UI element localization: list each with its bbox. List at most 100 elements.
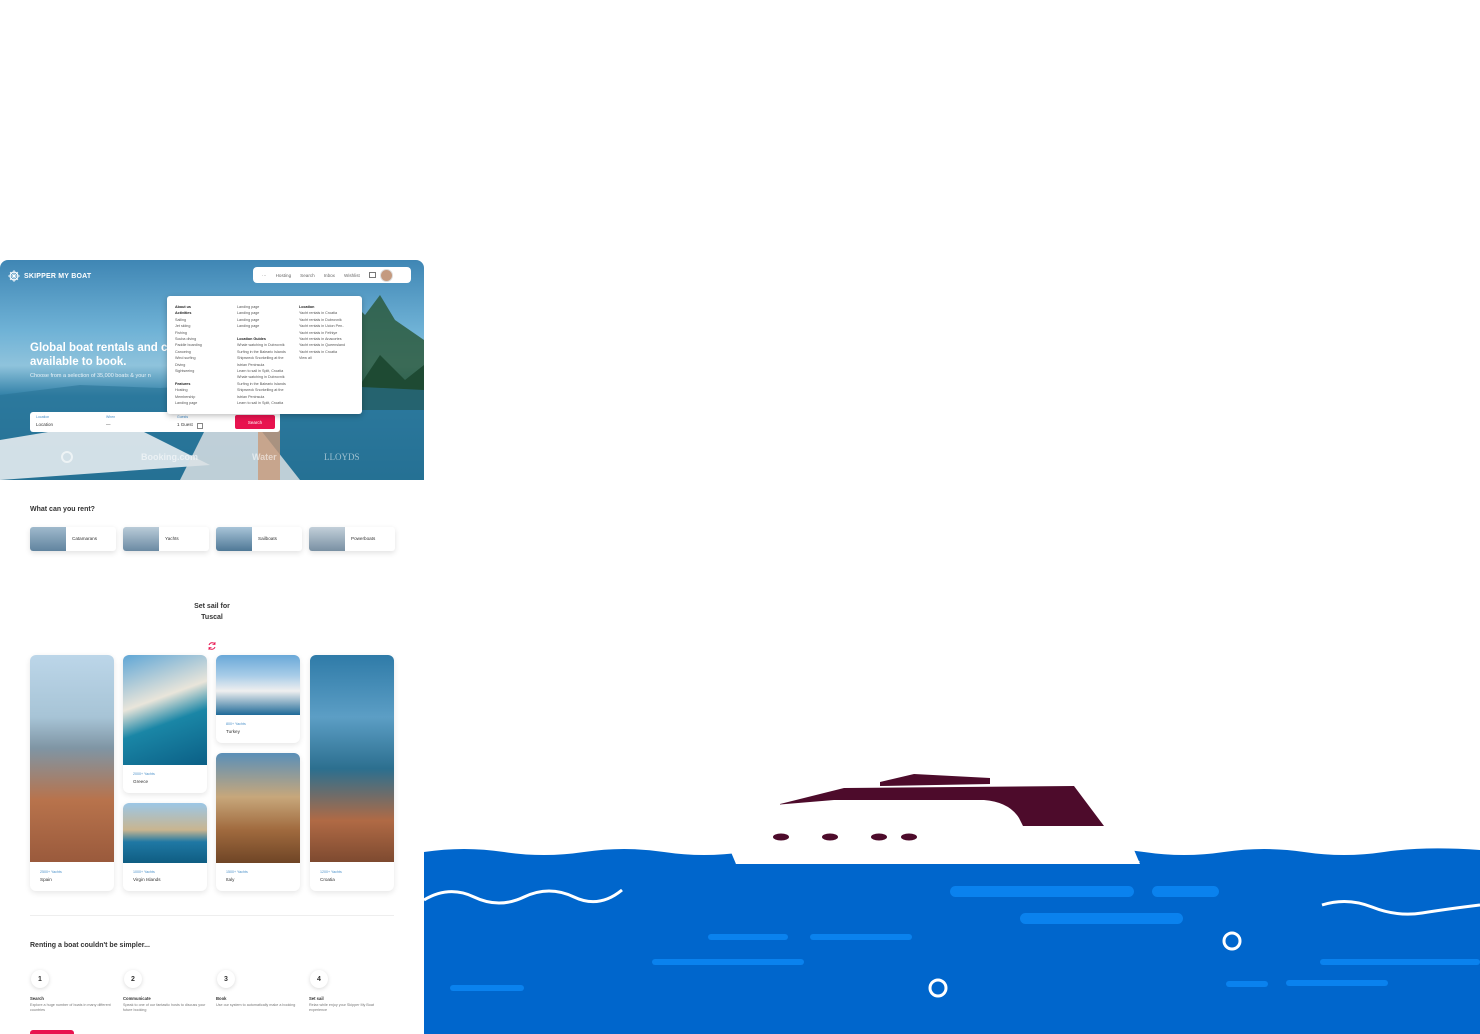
dropdown-column-3: Location Yacht rentals in Croatia Yacht re…: [299, 304, 345, 362]
brand-logo[interactable]: SKIPPER MY BOAT: [8, 270, 91, 282]
category-thumbnail: [123, 527, 159, 551]
destination-image: [30, 655, 114, 862]
step-title-3: Book: [216, 996, 227, 1001]
step-desc-3: Use our system to automatically make a b…: [216, 1003, 296, 1007]
destination-card-croatia[interactable]: 1200+ Yachts Croatia: [310, 655, 394, 891]
dropdown-column-2: Landing page Landing page Landing page Land…: [237, 304, 286, 407]
step-number-3: 3: [217, 970, 235, 988]
dropdown-link[interactable]: Yacht rentals in Queensland: [299, 342, 345, 348]
dropdown-link[interactable]: Shipwreck Snorkelling at the: [237, 355, 286, 361]
partner-lloyds: LLOYDS: [324, 452, 360, 462]
nav-item-hosting[interactable]: Hosting: [276, 273, 292, 278]
destination-count: 2500+ Yachts: [40, 870, 62, 874]
dropdown-link[interactable]: Learn to sail in Split, Croatia: [237, 400, 286, 406]
dropdown-link[interactable]: Landing page: [175, 400, 202, 406]
destination-count: 1500+ Yachts: [226, 870, 248, 874]
partner-logos: Booking.com Water LLOYDS: [0, 448, 424, 468]
destination-image: [123, 655, 207, 765]
refresh-icon[interactable]: [207, 641, 217, 651]
destination-count: 1200+ Yachts: [320, 870, 342, 874]
step-number-1: 1: [31, 970, 49, 988]
partner-water: Water: [252, 452, 277, 462]
destination-card-greece[interactable]: 2000+ Yachts Greece: [123, 655, 207, 793]
destination-name: Turkey: [226, 729, 240, 734]
when-input[interactable]: —: [106, 422, 111, 427]
when-label: When: [106, 415, 116, 419]
destination-count: 2000+ Yachts: [133, 772, 155, 776]
section-divider: [30, 915, 394, 916]
website-mockup: SKIPPER MY BOAT ··· Hosting Search Inbox…: [0, 260, 424, 1034]
destination-image: [123, 803, 207, 863]
category-card-yachts[interactable]: Yachts: [123, 527, 209, 551]
destination-name: Greece: [133, 779, 149, 784]
nav-item-inbox[interactable]: Inbox: [324, 273, 335, 278]
yacht-illustration: [424, 0, 1480, 1034]
porthole: [901, 833, 917, 841]
category-thumbnail: [216, 527, 252, 551]
destination-card-turkey[interactable]: 800+ Yachts Turkey: [216, 655, 300, 743]
destination-image: [310, 655, 394, 862]
partner-booking: Booking.com: [141, 452, 199, 462]
category-label: Yachts: [165, 536, 179, 541]
location-input[interactable]: Location: [36, 422, 53, 427]
destination-count: 1000+ Yachts: [133, 870, 155, 874]
cta-button[interactable]: [30, 1030, 74, 1034]
steps-heading: Renting a boat couldn't be simpler...: [30, 942, 150, 949]
step-title-2: Communicate: [123, 996, 151, 1001]
set-sail-destination: Tuscal: [201, 614, 223, 621]
location-label: Location: [36, 415, 50, 419]
step-desc-1: Explore a huge number of boats in many d…: [30, 1003, 111, 1012]
category-thumbnail: [30, 527, 66, 551]
destination-name: Virgin Islands: [133, 877, 161, 882]
search-button[interactable]: Search: [235, 415, 275, 429]
dropdown-link[interactable]: Whale watching in Dubrovnik: [237, 374, 286, 380]
hero-section: SKIPPER MY BOAT ··· Hosting Search Inbox…: [0, 260, 424, 480]
destination-card-italy[interactable]: 1500+ Yachts Italy: [216, 753, 300, 891]
destination-card-virgin-islands[interactable]: 1000+ Yachts Virgin Islands: [123, 803, 207, 891]
yacht-radar-arch: [880, 774, 990, 786]
nav-dropdown-menu: About us Activities Sailing Jet skiing Fishi…: [167, 296, 362, 414]
top-nav: ··· Hosting Search Inbox Wishlist: [253, 267, 411, 283]
category-card-powerboats[interactable]: Powerboats: [309, 527, 395, 551]
category-label: Catamarans: [72, 536, 98, 541]
rent-heading: What can you rent?: [30, 506, 95, 513]
destination-card-spain[interactable]: 2500+ Yachts Spain: [30, 655, 114, 891]
brand-name: SKIPPER MY BOAT: [24, 272, 92, 280]
dropdown-link[interactable]: Shipwreck Snorkelling at the: [237, 387, 286, 393]
set-sail-heading: Set sail for Tuscal: [162, 601, 262, 623]
nav-item-more[interactable]: ···: [262, 273, 267, 278]
destination-image: [216, 753, 300, 863]
step-desc-2: Speak to one of our fantastic hosts to d…: [123, 1003, 206, 1012]
porthole: [773, 833, 789, 841]
destination-name: Spain: [40, 877, 52, 882]
dropdown-link[interactable]: Yacht rentals in Ucion Pen..: [299, 323, 345, 329]
step-number-2: 2: [124, 970, 142, 988]
destination-image: [216, 655, 300, 715]
porthole: [871, 833, 887, 841]
step-title-4: Set sail: [309, 996, 324, 1001]
nav-item-wishlist[interactable]: Wishlist: [344, 273, 360, 278]
category-card-sailboats[interactable]: Sailboats: [216, 527, 302, 551]
avatar[interactable]: [379, 268, 393, 282]
step-desc-4: Relax while enjoy your Skipper My Boat e…: [309, 1003, 374, 1012]
step-title-1: Search: [30, 996, 44, 1001]
porthole: [822, 833, 838, 841]
dropdown-column-1: About us Activities Sailing Jet skiing Fishi…: [175, 304, 202, 407]
destination-count: 800+ Yachts: [226, 722, 246, 726]
guests-input[interactable]: 1 Guest: [177, 422, 193, 427]
guests-stepper-icon[interactable]: [197, 423, 203, 429]
partner-logo-icon: [61, 451, 73, 463]
category-card-catamarans[interactable]: Catamarans: [30, 527, 116, 551]
yacht-hull: [720, 826, 1140, 864]
category-label: Powerboats: [351, 536, 376, 541]
chat-icon[interactable]: [368, 271, 376, 279]
nav-item-search[interactable]: Search: [300, 273, 315, 278]
dropdown-link[interactable]: View all: [299, 355, 345, 361]
destination-name: Italy: [226, 877, 235, 882]
yacht-sea-graphic: [424, 774, 1480, 1034]
dropdown-link[interactable]: Paddle boarding: [175, 342, 202, 348]
category-label: Sailboats: [258, 536, 277, 541]
step-number-4: 4: [310, 970, 328, 988]
dropdown-link[interactable]: Whale watching in Dubrovnik: [237, 342, 286, 348]
category-thumbnail: [309, 527, 345, 551]
